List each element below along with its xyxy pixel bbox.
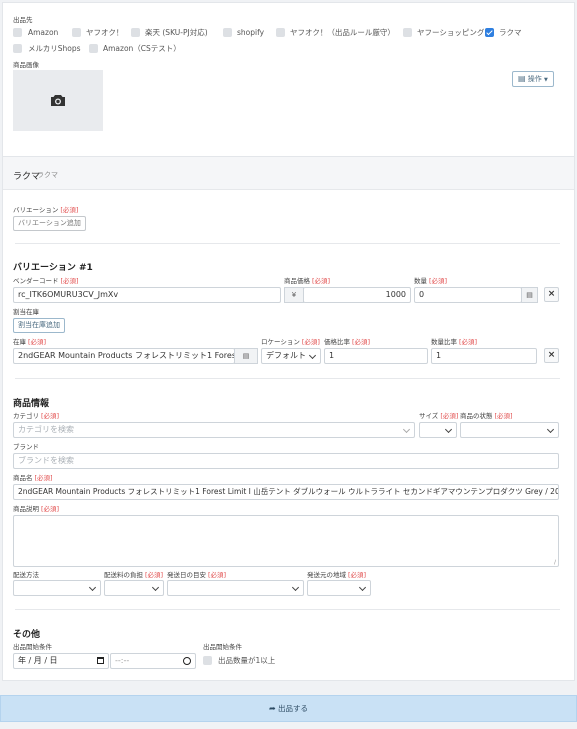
rakuma-subtitle: ラクマ <box>37 171 58 179</box>
add-variation-button[interactable]: バリエーション追加 <box>13 216 86 231</box>
price-ratio-label: 価格比率 [必須] <box>324 338 371 346</box>
category-select[interactable]: カテゴリを検索 <box>13 422 415 438</box>
checkbox-yahuoku-rules[interactable] <box>276 28 285 37</box>
qty-ratio-label: 数量比率 [必須] <box>431 338 478 346</box>
image-ops-button[interactable]: ▤ 操作 ▼ <box>512 71 554 87</box>
list-icon: ▤ <box>518 74 526 83</box>
location-select[interactable]: デフォルト <box>261 348 321 364</box>
checkbox-yahoo-shopping[interactable] <box>403 28 412 37</box>
list-icon: ▤ <box>242 352 250 360</box>
start-time-input[interactable]: --:-- <box>110 653 196 669</box>
category-label: カテゴリ [必須] <box>13 412 60 420</box>
product-info-heading: 商品情報 <box>13 399 50 409</box>
checkbox-rakuten[interactable] <box>131 28 140 37</box>
ship-from-select[interactable] <box>307 580 371 596</box>
size-select[interactable] <box>419 422 457 438</box>
remove-variation-button[interactable]: × <box>544 287 559 302</box>
other-heading: その他 <box>13 630 41 640</box>
shipping-fee-select[interactable] <box>104 580 164 596</box>
shipping-method-label: 配送方法 <box>13 571 39 579</box>
qty-label: 数量 [必須] <box>414 277 448 285</box>
image-label: 商品画像 <box>13 61 39 69</box>
qty-input[interactable]: 0 <box>414 287 522 303</box>
shipping-method-select[interactable] <box>13 580 101 596</box>
rakuma-title: ラクマ <box>13 172 41 182</box>
checkbox-label-mercari-shops: メルカリShops <box>28 44 81 53</box>
start-condition-label: 出品開始条件 <box>13 643 52 651</box>
start-date-input[interactable]: 年 / 月 / 日 <box>13 653 109 669</box>
description-textarea[interactable]: ∕ <box>13 515 559 567</box>
checkbox-yahuoku[interactable] <box>72 28 81 37</box>
variation-heading: バリエーション #1 <box>13 263 93 273</box>
checkbox-label-shopify: shopify <box>237 28 265 37</box>
share-icon: ➦ <box>268 704 276 713</box>
product-name-input[interactable]: 2ndGEAR Mountain Products フォレストリミット1 For… <box>13 484 559 500</box>
brand-label: ブランド <box>13 443 39 451</box>
qty-ratio-input[interactable]: 1 <box>431 348 537 364</box>
vendor-code-label: ベンダーコード [必須] <box>13 277 79 285</box>
checkbox-label-amazon-cs: Amazon（CSテスト） <box>103 44 181 53</box>
checkbox-amazon[interactable] <box>13 28 22 37</box>
stock-check-label: 出品数量が1以上 <box>218 656 276 665</box>
brand-input[interactable]: ブランドを検索 <box>13 453 559 469</box>
price-input[interactable]: 1000 <box>303 287 411 303</box>
description-label: 商品説明 [必須] <box>13 505 60 513</box>
resize-handle-icon[interactable]: ∕ <box>554 559 556 566</box>
condition-label: 商品の状態 [必須] <box>460 412 513 420</box>
stock-check-checkbox[interactable] <box>203 656 212 665</box>
caret-down-icon: ▼ <box>544 77 548 83</box>
size-label: サイズ [必須] <box>419 412 459 420</box>
marketplaces-label: 出品先 <box>13 16 33 24</box>
product-name-label: 商品名 [必須] <box>13 474 53 482</box>
ship-days-select[interactable] <box>167 580 304 596</box>
checkbox-shopify[interactable] <box>223 28 232 37</box>
image-upload-area[interactable] <box>13 70 103 131</box>
start-condition-label-2: 出品開始条件 <box>203 643 242 651</box>
currency-addon: ¥ <box>284 287 304 303</box>
divider <box>15 609 560 610</box>
submit-button[interactable]: ➦ 出品する <box>0 695 577 722</box>
price-label: 商品価格 [必須] <box>284 277 331 285</box>
price-ratio-input[interactable]: 1 <box>324 348 428 364</box>
checkbox-label-yahoo-shopping: ヤフーショッピング <box>417 28 485 37</box>
stock-label: 在庫 [必須] <box>13 338 47 346</box>
variation-label: バリエーション [必須] <box>13 206 79 214</box>
ship-days-label: 発送日の目安 [必須] <box>167 571 227 579</box>
stock-input[interactable]: 2ndGEAR Mountain Products フォレストリミット1 For… <box>13 348 235 364</box>
checkbox-rakuma[interactable] <box>485 28 494 37</box>
checkbox-label-yahuoku: ヤフオク！ <box>86 28 124 37</box>
ship-from-label: 発送元の地域 [必須] <box>307 571 367 579</box>
rakuma-panel: ラクマ ラクマ バリエーション [必須] バリエーション追加 バリエーション #1… <box>2 156 575 681</box>
checkbox-label-rakuten: 楽天 (SKU-PJ対応) <box>145 28 208 37</box>
rakuma-panel-header: ラクマ ラクマ <box>3 157 574 190</box>
divider <box>15 243 560 244</box>
alloc-stock-label: 割当在庫 <box>13 308 39 316</box>
divider <box>15 378 560 379</box>
location-label: ロケーション [必須] <box>261 338 320 346</box>
vendor-code-input[interactable]: rc_ITK6OMURU3CV_JmXv <box>13 287 281 303</box>
condition-select[interactable] <box>460 422 559 438</box>
clock-icon[interactable] <box>183 657 191 665</box>
checkbox-label-rakuma: ラクマ <box>499 28 522 37</box>
calendar-icon[interactable] <box>97 657 104 664</box>
checkbox-label-amazon: Amazon <box>28 28 59 37</box>
stock-addon: ▤ <box>234 348 258 364</box>
remove-stock-button[interactable]: × <box>544 348 559 363</box>
checkbox-amazon-cs[interactable] <box>89 44 98 53</box>
shipping-fee-label: 配送料の負担 [必須] <box>104 571 164 579</box>
checkbox-mercari-shops[interactable] <box>13 44 22 53</box>
list-icon: ▤ <box>526 291 533 299</box>
camera-icon <box>51 95 65 106</box>
qty-addon: ▤ <box>521 287 538 303</box>
add-alloc-stock-button[interactable]: 割当在庫追加 <box>13 318 65 333</box>
listing-target-panel: 出品先 Amazon ヤフオク！ 楽天 (SKU-PJ対応) shopify ヤ… <box>2 2 575 157</box>
checkbox-label-yahuoku-rules: ヤフオク！（出品ルール厳守） <box>290 28 395 37</box>
